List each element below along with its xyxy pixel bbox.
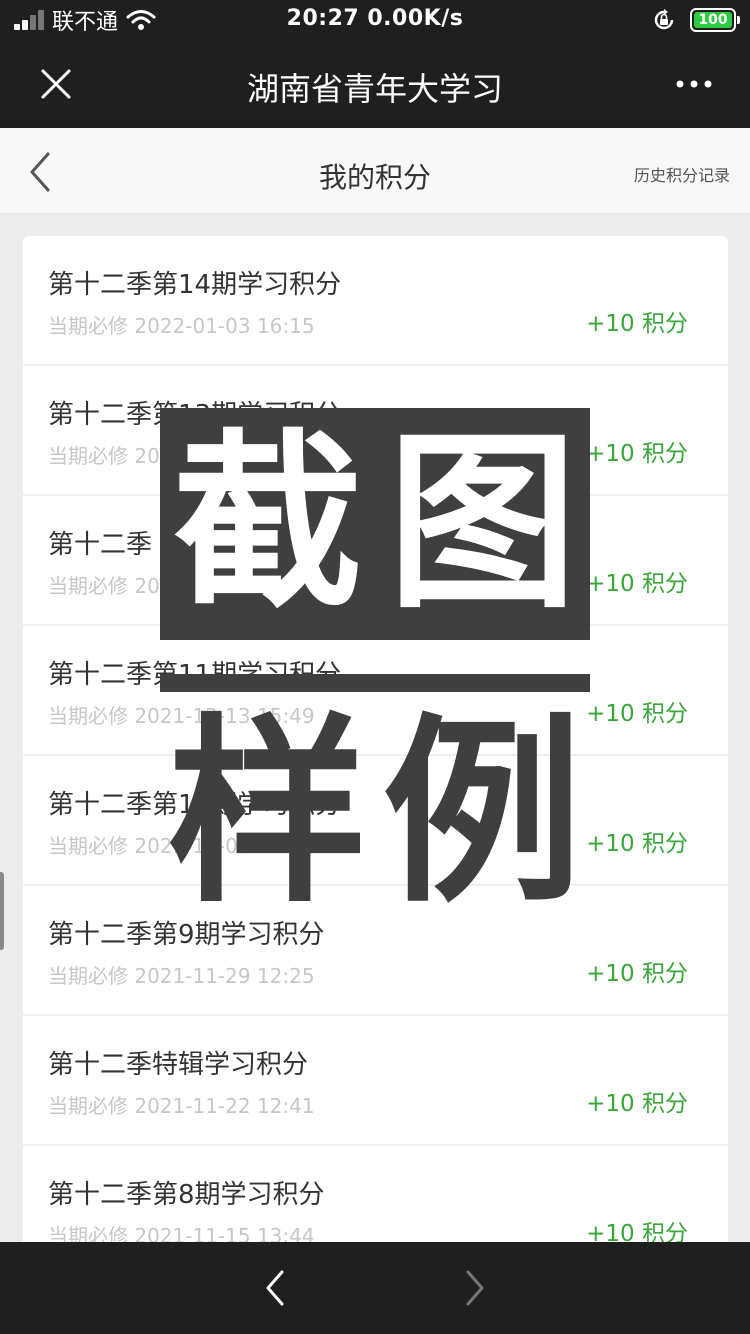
item-meta: 当期必修 2021-11-15 13:44 <box>48 1224 315 1242</box>
side-handle[interactable] <box>0 872 4 950</box>
item-title: 第十二季第9期学习积分 <box>48 920 325 950</box>
list-item[interactable]: 第十二季第14期学习积分 当期必修 2022-01-03 16:15 +10 积… <box>23 236 728 366</box>
item-points: +10 积分 <box>586 1091 688 1117</box>
status-time: 20:27 0.00K/s <box>286 6 464 31</box>
item-meta: 当期必修 20 <box>48 444 160 468</box>
list-item[interactable]: 第十二季 当期必修 20 +10 积分 <box>23 496 728 626</box>
item-points: +10 积分 <box>586 701 688 727</box>
more-icon[interactable] <box>674 64 714 104</box>
item-meta: 当期必修 2021-11-22 12:41 <box>48 1094 315 1118</box>
item-title: 第十二季第11期学习积分 <box>48 660 342 690</box>
status-right: 100 <box>652 7 740 33</box>
item-points: +10 积分 <box>586 441 688 467</box>
list-item[interactable]: 第十二季第11期学习积分 当期必修 2021-12-13 15:49 +10 积… <box>23 626 728 756</box>
rotation-lock-icon <box>654 9 674 30</box>
nav-bar: 湖南省青年大学习 <box>0 40 750 128</box>
item-meta: 当期必修 20 <box>48 574 160 598</box>
item-title: 第十二季 <box>48 530 153 560</box>
item-points: +10 积分 <box>586 961 688 987</box>
battery-icon: 100 <box>690 8 740 32</box>
item-title: 第十二季特辑学习积分 <box>48 1050 309 1080</box>
history-points-link[interactable]: 历史积分记录 <box>634 162 730 186</box>
item-title: 第十二季第10期学习积分 <box>48 790 342 820</box>
nav-title: 湖南省青年大学习 <box>246 70 503 108</box>
browser-back-button[interactable] <box>262 1268 288 1308</box>
item-meta: 当期必修 2021-12-13 15:49 <box>48 704 315 728</box>
page-header: 我的积分 历史积分记录 <box>0 128 750 214</box>
item-title: 第十二季第13期学习积分 <box>48 400 342 430</box>
item-points: +10 积分 <box>586 1221 688 1242</box>
item-meta: 当期必修 2021-12-06 12: <box>48 834 290 858</box>
item-points: +10 积分 <box>586 311 688 337</box>
bottom-toolbar <box>0 1242 750 1334</box>
item-title: 第十二季第14期学习积分 <box>48 270 342 300</box>
item-points: +10 积分 <box>586 571 688 597</box>
item-points: +10 积分 <box>586 831 688 857</box>
battery-level: 100 <box>694 12 732 28</box>
list-item[interactable]: 第十二季特辑学习积分 当期必修 2021-11-22 12:41 +10 积分 <box>23 1016 728 1146</box>
list-item[interactable]: 第十二季第13期学习积分 当期必修 20 +10 积分 <box>23 366 728 496</box>
list-item[interactable]: 第十二季第9期学习积分 当期必修 2021-11-29 12:25 +10 积分 <box>23 886 728 1016</box>
list-item[interactable]: 第十二季第8期学习积分 当期必修 2021-11-15 13:44 +10 积分 <box>23 1146 728 1242</box>
list-item[interactable]: 第十二季第10期学习积分 当期必修 2021-12-06 12: +10 积分 <box>23 756 728 886</box>
item-meta: 当期必修 2021-11-29 12:25 <box>48 964 315 988</box>
points-list: 第十二季第14期学习积分 当期必修 2022-01-03 16:15 +10 积… <box>23 236 728 1242</box>
item-meta: 当期必修 2022-01-03 16:15 <box>48 314 315 338</box>
status-bar: 联不通 20:27 0.00K/s 100 <box>0 0 750 40</box>
browser-forward-button[interactable] <box>462 1268 488 1308</box>
item-title: 第十二季第8期学习积分 <box>48 1180 325 1210</box>
